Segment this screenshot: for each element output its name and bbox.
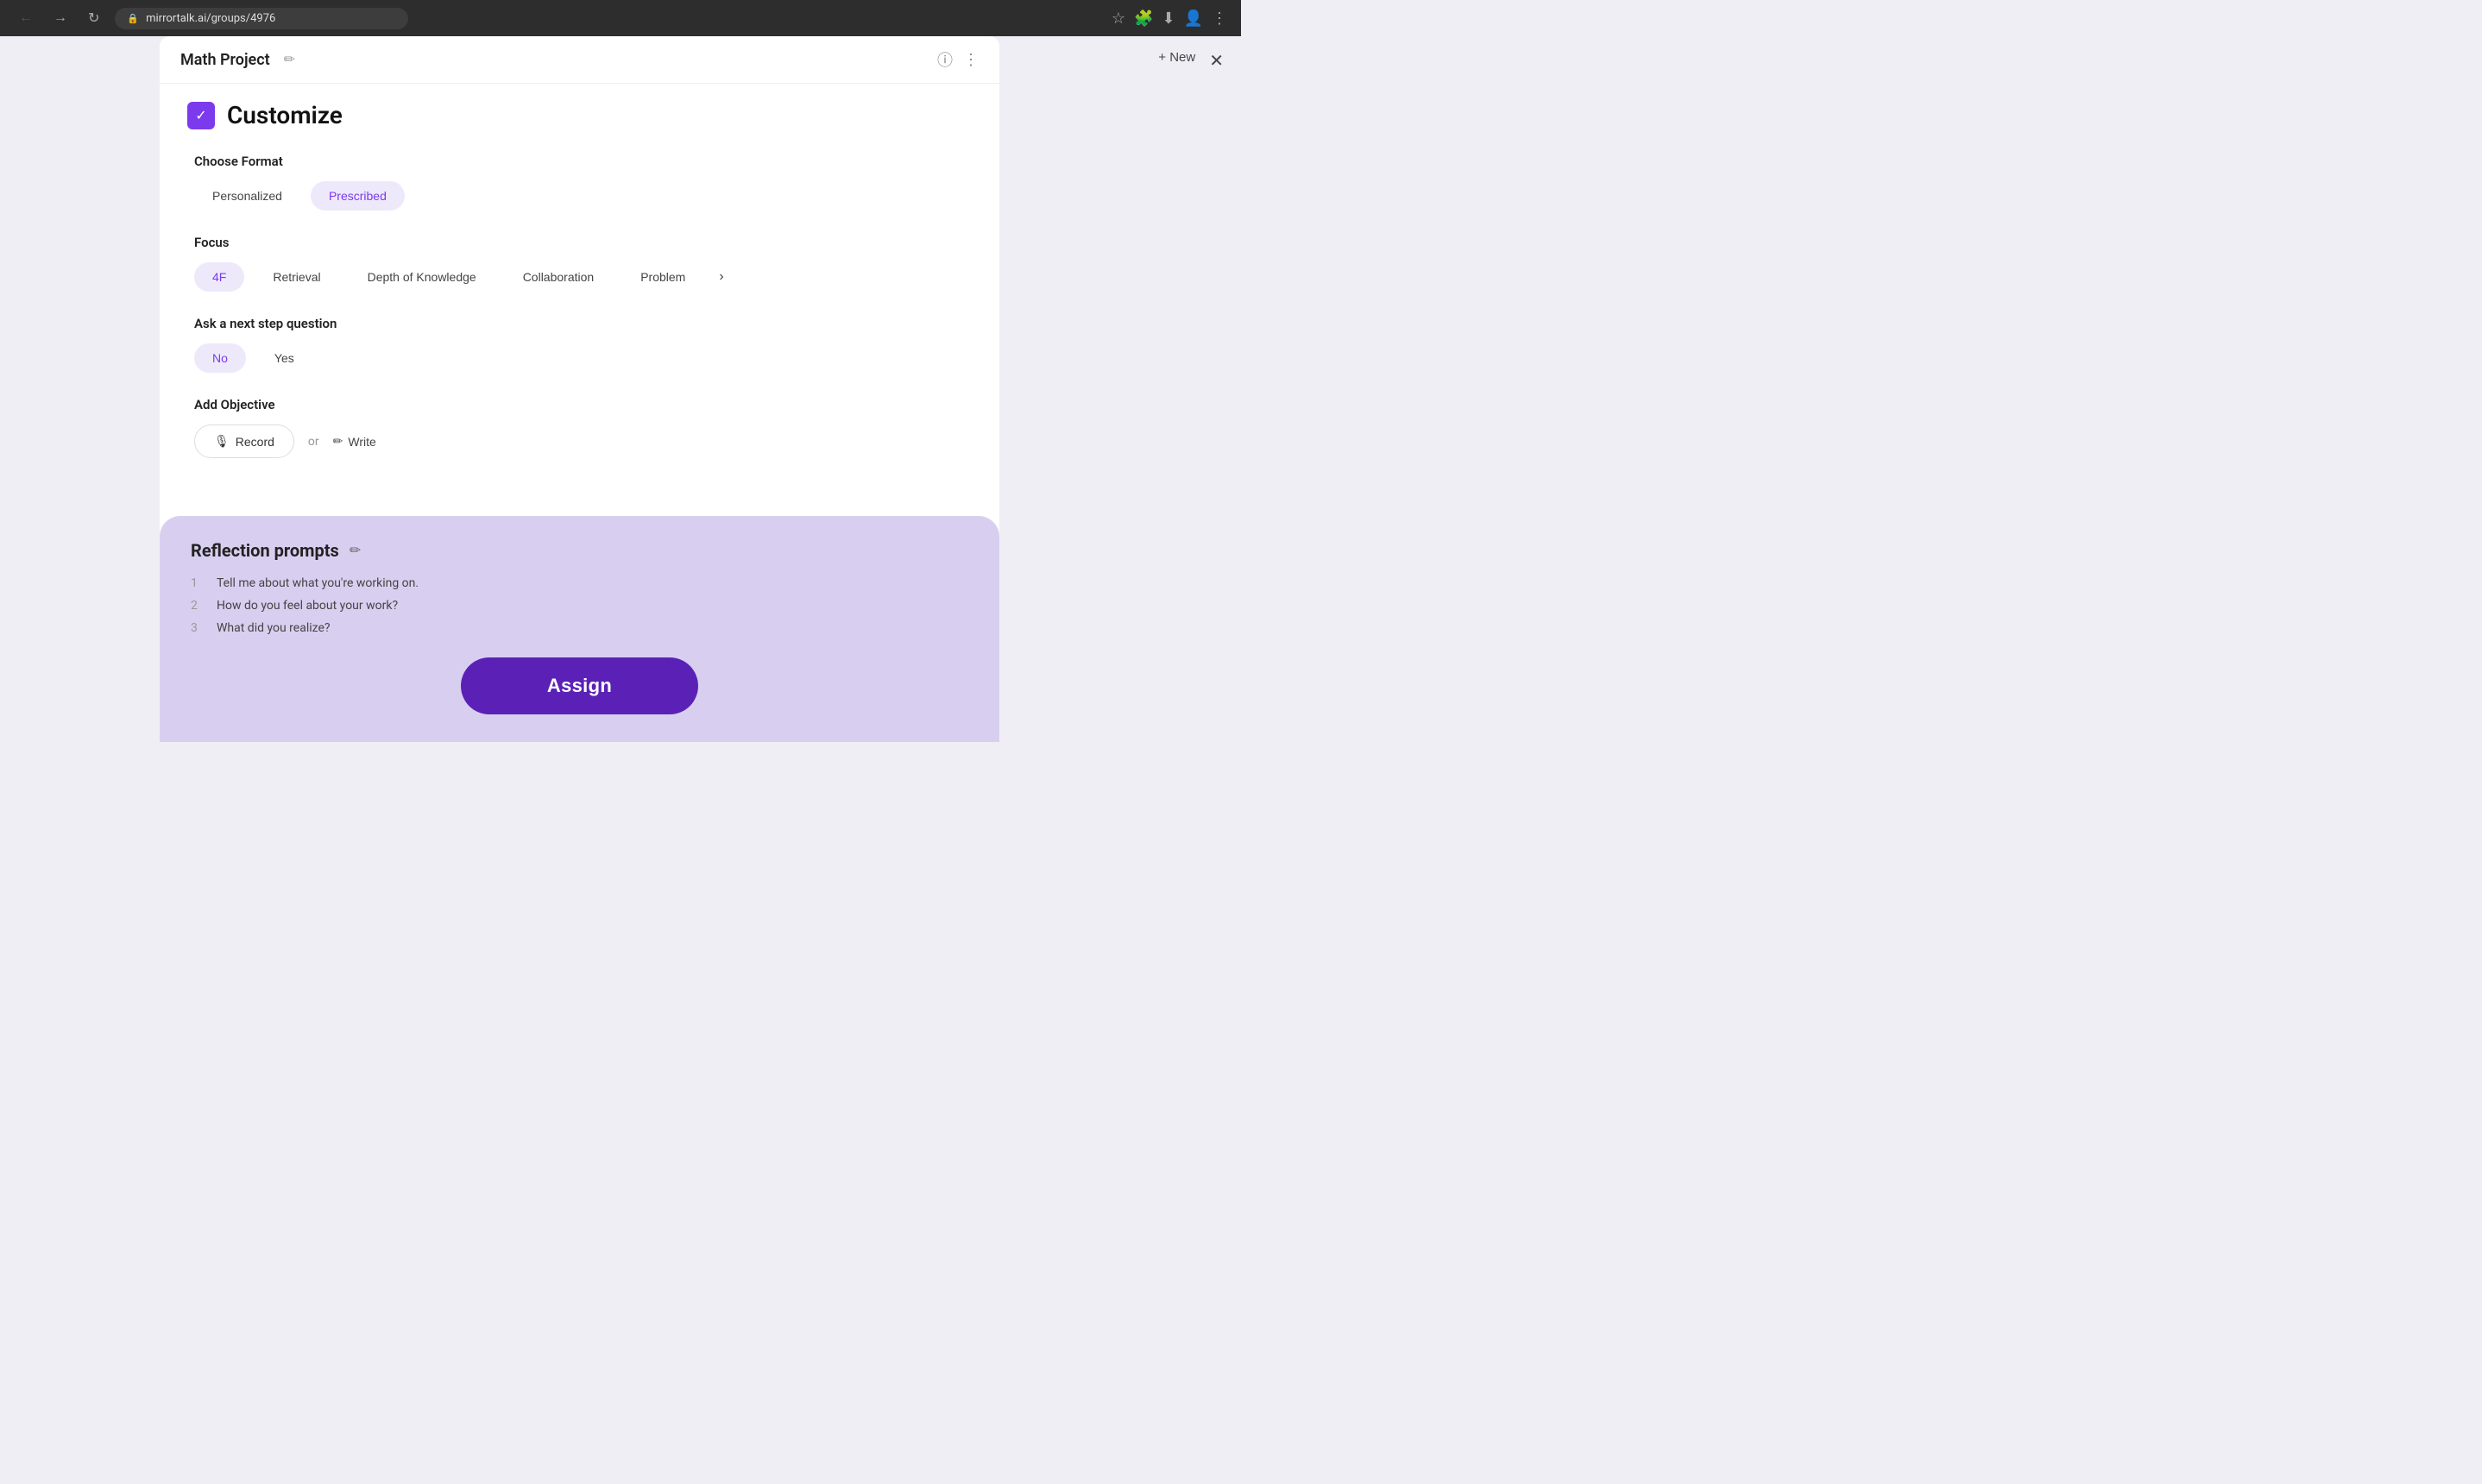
focus-problem[interactable]: Problem — [622, 262, 703, 292]
prompt-num-3: 3 — [191, 621, 205, 635]
prompt-list: 1 Tell me about what you're working on. … — [191, 576, 968, 635]
reload-button[interactable]: ↻ — [83, 6, 104, 30]
format-prescribed[interactable]: Prescribed — [311, 181, 405, 211]
customize-checkbox[interactable]: ✓ — [187, 102, 215, 129]
next-step-section: Ask a next step question No Yes — [194, 316, 972, 373]
focus-more-button[interactable]: › — [714, 264, 728, 290]
objective-section: Add Objective 🎙 Record or ✏ Write — [194, 397, 972, 458]
assign-button[interactable]: Assign — [461, 657, 698, 714]
menu-icon[interactable]: ⋮ — [1212, 9, 1227, 28]
new-button[interactable]: + New — [1158, 50, 1195, 65]
prompt-num-1: 1 — [191, 576, 205, 590]
more-options-button[interactable]: ⋮ — [963, 51, 979, 69]
record-write-row: 🎙 Record or ✏ Write — [194, 424, 972, 458]
format-section: Choose Format Personalized Prescribed — [194, 154, 972, 211]
next-step-pills: No Yes — [194, 343, 972, 373]
reflection-overlay: Reflection prompts ✏ 1 Tell me about wha… — [160, 516, 999, 742]
focus-4f[interactable]: 4F — [194, 262, 244, 292]
top-bar: Math Project ✏ ⓘ ⋮ — [160, 36, 999, 84]
or-divider: or — [308, 435, 319, 449]
next-step-yes[interactable]: Yes — [256, 343, 312, 373]
main-panel: Math Project ✏ ⓘ ⋮ ✓ Customize Choose Fo… — [160, 36, 999, 742]
format-pills: Personalized Prescribed — [194, 181, 972, 211]
customize-title: Customize — [227, 101, 343, 129]
back-button[interactable]: ← — [14, 7, 38, 29]
record-button[interactable]: 🎙 Record — [194, 424, 294, 458]
focus-collaboration[interactable]: Collaboration — [505, 262, 613, 292]
top-bar-actions: ⓘ ⋮ — [937, 48, 979, 71]
next-step-no[interactable]: No — [194, 343, 246, 373]
profile-icon[interactable]: 👤 — [1184, 9, 1203, 28]
prompt-item-1: 1 Tell me about what you're working on. — [191, 576, 968, 590]
prompt-item-3: 3 What did you realize? — [191, 621, 968, 635]
reflection-title: Reflection prompts — [191, 540, 339, 561]
objective-label: Add Objective — [194, 397, 972, 412]
next-step-label: Ask a next step question — [194, 316, 972, 331]
browser-chrome: ← → ↻ 🔒 mirrortalk.ai/groups/4976 ☆ 🧩 ⬇ … — [0, 0, 1241, 36]
reflection-header: Reflection prompts ✏ — [191, 540, 968, 561]
focus-depth[interactable]: Depth of Knowledge — [350, 262, 495, 292]
project-title: Math Project — [180, 51, 270, 69]
write-icon: ✏ — [333, 434, 343, 449]
forward-button[interactable]: → — [48, 7, 72, 29]
page-wrapper: Math Project ✏ ⓘ ⋮ ✓ Customize Choose Fo… — [0, 36, 1241, 742]
prompt-item-2: 2 How do you feel about your work? — [191, 599, 968, 613]
focus-pills: 4F Retrieval Depth of Knowledge Collabor… — [194, 262, 972, 292]
prompt-num-2: 2 — [191, 599, 205, 613]
download-icon[interactable]: ⬇ — [1162, 9, 1175, 28]
mic-icon: 🎙 — [214, 434, 230, 449]
info-button[interactable]: ⓘ — [937, 48, 953, 71]
extensions-icon[interactable]: 🧩 — [1134, 9, 1153, 28]
focus-retrieval[interactable]: Retrieval — [255, 262, 338, 292]
prompt-text-1: Tell me about what you're working on. — [217, 576, 419, 590]
check-icon: ✓ — [195, 107, 206, 123]
star-icon[interactable]: ☆ — [1112, 9, 1125, 28]
focus-section: Focus 4F Retrieval Depth of Knowledge Co… — [194, 235, 972, 292]
prompt-text-2: How do you feel about your work? — [217, 599, 398, 613]
format-personalized[interactable]: Personalized — [194, 181, 300, 211]
write-label: Write — [348, 435, 375, 449]
close-button[interactable]: ✕ — [1209, 50, 1224, 72]
right-panel: + New ✕ — [999, 36, 1241, 742]
url-text: mirrortalk.ai/groups/4976 — [146, 12, 275, 25]
sidebar — [0, 36, 160, 742]
project-edit-button[interactable]: ✏ — [279, 49, 300, 70]
address-bar[interactable]: 🔒 mirrortalk.ai/groups/4976 — [115, 8, 408, 29]
record-label: Record — [236, 435, 274, 449]
customize-header: ✓ Customize — [187, 101, 972, 129]
reflection-edit-button[interactable]: ✏ — [350, 542, 361, 559]
prompt-text-3: What did you realize? — [217, 621, 331, 635]
write-button[interactable]: ✏ Write — [333, 434, 376, 449]
format-label: Choose Format — [194, 154, 972, 169]
browser-actions: ☆ 🧩 ⬇ 👤 ⋮ — [1112, 9, 1227, 28]
lock-icon: 🔒 — [127, 13, 139, 24]
focus-label: Focus — [194, 235, 972, 250]
